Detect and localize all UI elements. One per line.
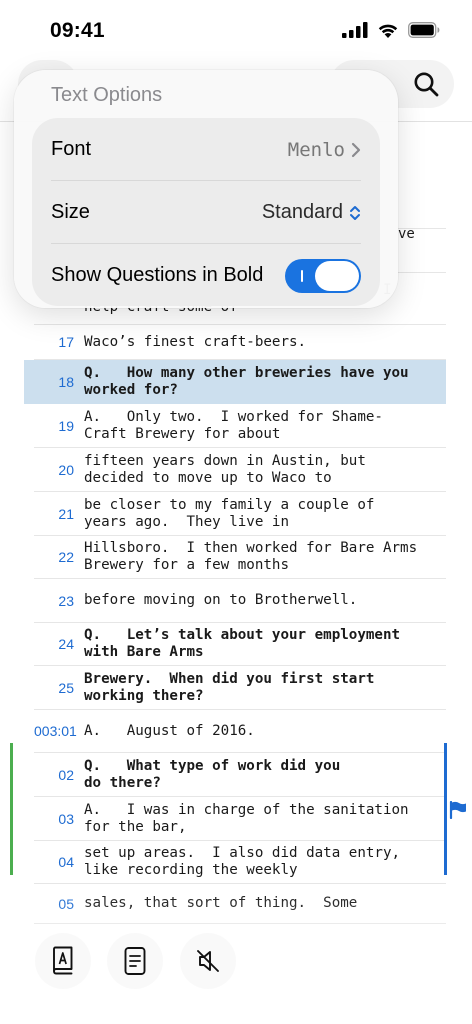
document-button[interactable] — [107, 933, 163, 989]
line-number: 21 — [58, 505, 74, 522]
bold-questions-label: Show Questions in Bold — [51, 264, 264, 286]
line-number: 003:01 — [34, 723, 77, 739]
line-number: 24 — [58, 636, 74, 652]
line-text: A. Only two. I worked for Shame- Craft B… — [84, 408, 383, 442]
line-text: before moving on to Brotherwell. — [84, 592, 358, 608]
search-button[interactable] — [410, 68, 442, 100]
transcript-line[interactable]: 02 Q. What type of work did you do there? — [34, 753, 446, 797]
transcript-line[interactable]: 003:01 A. August of 2016. — [34, 710, 446, 753]
line-number: 19 — [58, 417, 74, 434]
green-margin-bar — [10, 743, 13, 875]
transcript-line[interactable]: 05 sales, that sort of thing. Some — [34, 884, 446, 924]
wifi-icon — [378, 24, 398, 38]
text-options-popover: Text Options Font Menlo Size Standard Sh… — [14, 70, 398, 308]
line-number: 02 — [58, 766, 74, 783]
transcript-line[interactable]: 19 A. Only two. I worked for Shame- Craft… — [34, 404, 446, 448]
question-text: Brewery. When did you first start workin… — [84, 670, 375, 704]
blue-margin-bar — [444, 743, 447, 875]
flag-icon[interactable] — [449, 801, 467, 819]
transcript-line[interactable]: 25 Brewery. When did you first start work… — [34, 666, 446, 710]
font-label: Font — [51, 138, 92, 160]
font-row[interactable]: Font Menlo — [32, 118, 380, 181]
dictionary-icon — [53, 946, 73, 975]
line-number: 17 — [58, 334, 74, 350]
transcript-line[interactable]: 04 set up areas. I also did data entry, l… — [34, 841, 446, 884]
transcript-line[interactable]: 03 A. I was in charge of the sanitation f… — [34, 797, 446, 841]
line-number: 04 — [58, 854, 74, 870]
toggle-on-mark — [301, 269, 303, 282]
transcript-line[interactable]: 22 Hillsboro. I then worked for Bare Arms… — [34, 536, 446, 579]
line-number: 25 — [58, 679, 74, 696]
transcript-line[interactable]: 20 fifteen years down in Austin, but deci… — [34, 448, 446, 492]
options-list: Font Menlo Size Standard Show Questions … — [32, 118, 380, 306]
line-text: set up areas. I also did data entry, lik… — [84, 845, 401, 878]
line-number: 22 — [58, 549, 74, 565]
line-number: 03 — [58, 810, 74, 827]
line-text: A. I was in charge of the sanitation for… — [84, 801, 409, 835]
dictionary-button[interactable] — [35, 933, 91, 989]
line-text: fifteen years down in Austin, but decide… — [84, 452, 366, 486]
transcript-line[interactable]: 24 Q. Let’s talk about your employment wi… — [34, 623, 446, 666]
status-bar: 09:41 — [0, 0, 472, 60]
speaker-muted-icon — [197, 950, 219, 972]
search-icon — [414, 72, 439, 97]
mute-button[interactable] — [180, 933, 236, 989]
line-number: 23 — [58, 592, 74, 609]
line-text: be closer to my family a couple of years… — [84, 496, 375, 530]
popover-title: Text Options — [51, 84, 163, 106]
document-icon — [124, 947, 146, 975]
question-text: Q. What type of work did you do there? — [84, 757, 341, 791]
line-text: A. August of 2016. — [84, 722, 255, 739]
transcript-line[interactable]: 21 be closer to my family a couple of yea… — [34, 492, 446, 536]
size-row[interactable]: Size Standard — [32, 181, 380, 244]
question-text: Q. Let’s talk about your employment with… — [84, 627, 401, 660]
transcript-line[interactable]: 23 before moving on to Brotherwell. — [34, 579, 446, 623]
bold-questions-row: Show Questions in Bold — [32, 244, 380, 307]
line-text: sales, that sort of thing. Some — [84, 895, 358, 911]
size-value: Standard — [262, 201, 361, 224]
line-number: 18 — [58, 373, 74, 390]
font-value: Menlo — [288, 139, 361, 161]
transcript-line[interactable]: 17 Waco’s finest craft-beers. — [34, 325, 446, 360]
battery-icon — [408, 22, 440, 38]
size-value-text: Standard — [261, 201, 343, 223]
line-text: Waco’s finest craft-beers. — [84, 333, 307, 350]
line-number: 05 — [58, 895, 74, 912]
status-time: 09:41 — [50, 19, 105, 42]
status-icons — [342, 22, 440, 38]
font-value-text: Menlo — [287, 138, 345, 161]
chevron-up-down-icon — [350, 205, 360, 220]
transcript-line-selected[interactable]: 18 Q. How many other breweries have you w… — [24, 360, 446, 404]
question-text: Q. How many other breweries have you wor… — [84, 364, 409, 398]
bold-questions-toggle[interactable] — [285, 258, 361, 293]
size-label: Size — [51, 201, 90, 223]
chevron-right-icon — [351, 142, 361, 157]
line-text: Hillsboro. I then worked for Bare Arms B… — [84, 540, 418, 573]
line-number: 20 — [58, 461, 74, 478]
toggle-knob — [315, 260, 359, 291]
signal-icon — [342, 22, 368, 38]
